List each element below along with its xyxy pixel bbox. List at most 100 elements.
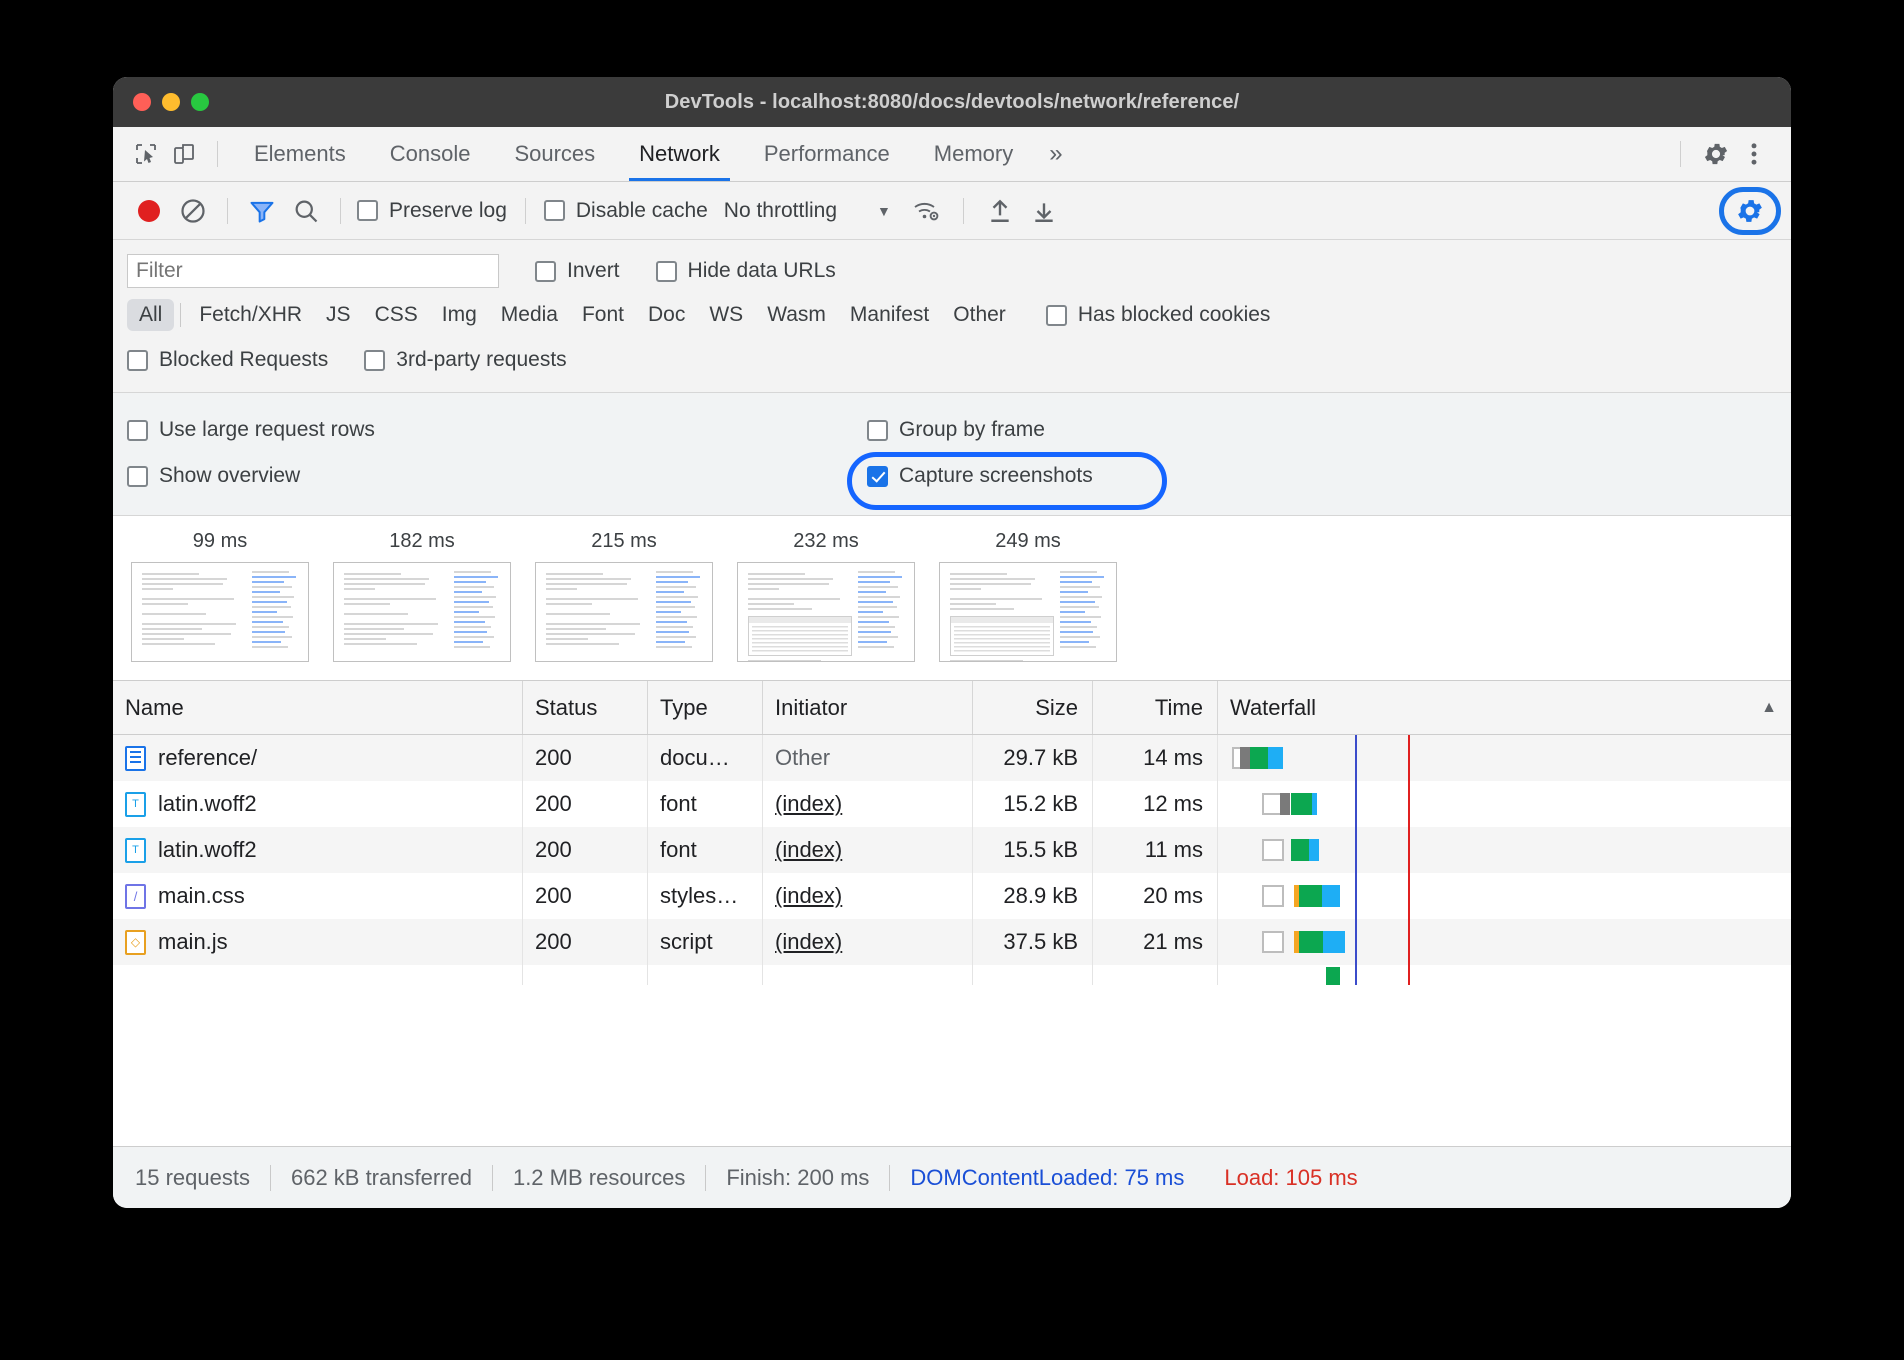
type-filter-media[interactable]: Media [489,299,570,331]
invert-checkbox[interactable]: Invert [535,259,620,283]
type-filter-wasm[interactable]: Wasm [755,299,838,331]
settings-row-2: Show overview Capture screenshots [127,453,1777,499]
blocked-requests-checkbox[interactable]: Blocked Requests [127,348,328,372]
show-overview-box[interactable] [127,466,148,487]
cell-initiator[interactable]: (index) [763,781,973,827]
filmstrip-frame[interactable]: 232 ms [737,530,915,662]
filmstrip-frame[interactable]: 182 ms [333,530,511,662]
wifi-settings-icon[interactable] [905,191,949,231]
minimize-window-button[interactable] [162,93,180,111]
filmstrip-frame[interactable]: 99 ms [131,530,309,662]
third-party-requests-box[interactable] [364,350,385,371]
gear-icon[interactable] [1697,135,1735,173]
table-row[interactable]: ◇ main.js 200 script (index) 37.5 kB 21 … [113,919,1791,965]
cell-name[interactable]: reference/ [113,735,523,781]
filmstrip-thumbnail[interactable] [333,562,511,662]
type-filter-other[interactable]: Other [941,299,1018,331]
upload-arrow-icon[interactable] [978,191,1022,231]
close-window-button[interactable] [133,93,151,111]
inspect-element-icon[interactable] [127,135,165,173]
tab-sources[interactable]: Sources [492,127,617,181]
disable-cache-checkbox[interactable]: Disable cache [544,199,708,223]
initiator-link[interactable]: (index) [775,791,842,817]
throttling-select[interactable]: No throttling ▼ [724,199,891,223]
show-overview-checkbox[interactable]: Show overview [127,464,867,488]
filmstrip-thumbnail[interactable] [737,562,915,662]
has-blocked-cookies-box[interactable] [1046,305,1067,326]
filmstrip-thumbnail[interactable] [535,562,713,662]
preserve-log-box[interactable] [357,200,378,221]
cell-name[interactable]: T latin.woff2 [113,781,523,827]
blocked-requests-box[interactable] [127,350,148,371]
disable-cache-box[interactable] [544,200,565,221]
tab-memory[interactable]: Memory [912,127,1035,181]
tab-elements[interactable]: Elements [232,127,368,181]
type-filter-css[interactable]: CSS [363,299,430,331]
column-header-type[interactable]: Type [648,681,763,734]
preserve-log-checkbox[interactable]: Preserve log [357,199,507,223]
cell-name[interactable]: T latin.woff2 [113,827,523,873]
network-settings-gear-highlight[interactable] [1719,187,1781,235]
initiator-link[interactable]: (index) [775,883,842,909]
use-large-request-rows-checkbox[interactable]: Use large request rows [127,418,867,442]
filmstrip-time: 215 ms [535,530,713,553]
table-row[interactable]: T latin.woff2 200 font (index) 15.2 kB 1… [113,781,1791,827]
capture-screenshots-checkbox[interactable]: Capture screenshots [867,464,1093,488]
table-row[interactable]: T latin.woff2 200 font (index) 15.5 kB 1… [113,827,1791,873]
filter-funnel-icon[interactable] [240,191,284,231]
cell-waterfall [1218,781,1791,827]
cell-initiator[interactable]: (index) [763,919,973,965]
cell-initiator[interactable]: (index) [763,873,973,919]
invert-box[interactable] [535,261,556,282]
has-blocked-cookies-checkbox[interactable]: Has blocked cookies [1046,303,1271,327]
cell-name[interactable]: ◇ main.js [113,919,523,965]
filmstrip-frame[interactable]: 249 ms [939,530,1117,662]
table-row[interactable]: reference/ 200 docu… Other 29.7 kB 14 ms [113,735,1791,781]
filmstrip-thumbnail[interactable] [131,562,309,662]
tab-console[interactable]: Console [368,127,493,181]
type-filter-doc[interactable]: Doc [636,299,697,331]
group-by-frame-box[interactable] [867,420,888,441]
table-row-partial[interactable] [113,965,1791,985]
type-filter-manifest[interactable]: Manifest [838,299,941,331]
tab-network[interactable]: Network [617,127,742,181]
third-party-requests-checkbox[interactable]: 3rd-party requests [364,348,566,372]
cell-name[interactable]: / main.css [113,873,523,919]
cell-initiator[interactable]: (index) [763,827,973,873]
use-large-request-rows-box[interactable] [127,420,148,441]
group-by-frame-checkbox[interactable]: Group by frame [867,418,1045,442]
column-header-initiator[interactable]: Initiator [763,681,973,734]
load-event-marker [1408,873,1410,919]
device-toolbar-icon[interactable] [165,135,203,173]
column-header-name[interactable]: Name [113,681,523,734]
search-input[interactable] [127,254,499,288]
type-filter-js[interactable]: JS [314,299,363,331]
download-arrow-icon[interactable] [1022,191,1066,231]
cell-time: 11 ms [1093,827,1218,873]
window-controls[interactable] [133,93,209,111]
type-filter-font[interactable]: Font [570,299,636,331]
capture-screenshots-box[interactable] [867,466,888,487]
column-header-size[interactable]: Size [973,681,1093,734]
filmstrip-thumbnail[interactable] [939,562,1117,662]
column-header-waterfall[interactable]: Waterfall ▲ [1218,681,1791,734]
type-filter-ws[interactable]: WS [697,299,755,331]
more-tabs-chevron-icon[interactable]: » [1035,127,1076,181]
column-header-time[interactable]: Time [1093,681,1218,734]
type-filter-fetchxhr[interactable]: Fetch/XHR [187,299,314,331]
type-filter-img[interactable]: Img [430,299,489,331]
hide-data-urls-checkbox[interactable]: Hide data URLs [656,259,836,283]
table-row[interactable]: / main.css 200 styles… (index) 28.9 kB 2… [113,873,1791,919]
clear-no-entry-icon[interactable] [171,191,215,231]
column-header-status[interactable]: Status [523,681,648,734]
kebab-menu-icon[interactable] [1735,135,1773,173]
type-filter-all[interactable]: All [127,299,174,331]
initiator-link[interactable]: (index) [775,837,842,863]
initiator-link[interactable]: (index) [775,929,842,955]
search-magnifier-icon[interactable] [284,191,328,231]
hide-data-urls-box[interactable] [656,261,677,282]
maximize-window-button[interactable] [191,93,209,111]
tab-performance[interactable]: Performance [742,127,912,181]
filmstrip-frame[interactable]: 215 ms [535,530,713,662]
record-circle-icon[interactable] [127,191,171,231]
